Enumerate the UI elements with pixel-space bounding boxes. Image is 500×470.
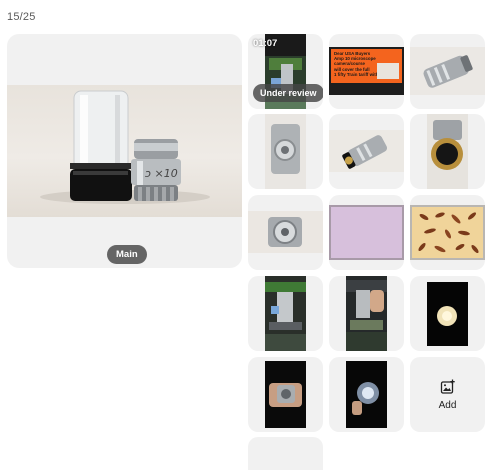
objective-front-thumbnail: [427, 114, 468, 189]
objective-angle-thumbnail: [329, 130, 404, 172]
empty-photo-slot[interactable]: [248, 437, 323, 470]
thumbnail-eyepiece-view[interactable]: [410, 276, 485, 351]
thumbnail-video[interactable]: 01:07 Under review: [248, 34, 323, 109]
thumbnail-objective-top[interactable]: [248, 195, 323, 270]
thumbnail-objective-front[interactable]: [410, 114, 485, 189]
thumbnail-objective-held[interactable]: [248, 357, 323, 432]
thumbnail-objective-lens-light[interactable]: [329, 357, 404, 432]
objective-side-thumbnail: [410, 47, 485, 95]
thumbnail-objective-angle[interactable]: [329, 114, 404, 189]
svg-text:ɔ ×10: ɔ ×10: [145, 167, 178, 180]
thumbnail-objective-end[interactable]: [248, 114, 323, 189]
thumbnail-microscope-hand[interactable]: [329, 276, 404, 351]
add-photo-label: Add: [438, 400, 457, 411]
objective-end-thumbnail: [265, 114, 306, 189]
objective-top-thumbnail: [248, 211, 323, 253]
eyepiece-view-thumbnail: [427, 282, 468, 346]
microscope-stage-thumbnail: [265, 276, 306, 351]
thumbnail-micrograph-seeds[interactable]: [410, 195, 485, 270]
thumbnail-listing-banner[interactable]: Dear USA Buyers Amp 10 microscope camera…: [329, 34, 404, 109]
main-photo-tile[interactable]: ɔ ×10 Main: [7, 34, 242, 268]
purple-micrograph-thumbnail: [329, 205, 404, 260]
objective-lens-light-thumbnail: [346, 361, 387, 428]
seeds-micrograph-thumbnail: [410, 205, 485, 260]
photo-counter: 15/25: [7, 11, 36, 23]
objective-held-thumbnail: [265, 361, 306, 428]
thumbnail-microscope-stage[interactable]: [248, 276, 323, 351]
banner-thumbnail: Dear USA Buyers Amp 10 microscope camera…: [329, 47, 404, 95]
add-photo-tile[interactable]: Add: [410, 357, 485, 432]
thumbnail-objective-side[interactable]: [410, 34, 485, 109]
main-photo: ɔ ×10: [7, 85, 242, 217]
add-photo-icon: [440, 379, 455, 394]
review-status-badge: Under review: [253, 84, 323, 102]
microscope-hand-thumbnail: [346, 276, 387, 351]
main-photo-badge: Main: [107, 245, 147, 264]
thumbnail-micrograph-purple[interactable]: [329, 195, 404, 270]
video-duration: 01:07: [253, 38, 278, 49]
